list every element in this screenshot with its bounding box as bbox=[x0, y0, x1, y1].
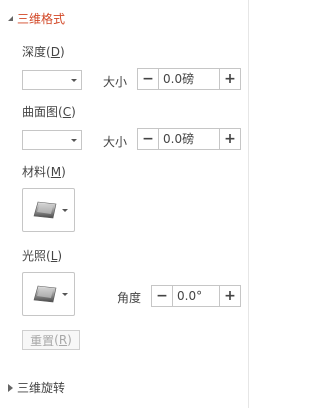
angle-label: 角度 bbox=[117, 291, 142, 305]
contour-size-label: 大小 bbox=[103, 135, 128, 149]
material-label-text: 材料 bbox=[22, 165, 47, 179]
minus-icon[interactable]: − bbox=[138, 69, 159, 89]
contour-size-spinner: − 0.0磅 + bbox=[137, 128, 241, 150]
triangle-right-icon bbox=[8, 383, 13, 392]
chevron-down-icon bbox=[71, 139, 77, 142]
angle-spinner: − 0.0° + bbox=[151, 285, 241, 307]
depth-size-input[interactable]: 0.0磅 bbox=[159, 69, 219, 89]
minus-icon[interactable]: − bbox=[152, 286, 173, 306]
plus-icon[interactable]: + bbox=[219, 129, 240, 149]
reset-access-key: R bbox=[58, 333, 68, 347]
contour-size-input[interactable]: 0.0磅 bbox=[159, 129, 219, 149]
triangle-down-icon bbox=[8, 16, 13, 21]
lighting-access-key: L bbox=[50, 249, 58, 263]
bevel-shape-icon bbox=[33, 285, 57, 303]
contour-access-key: C bbox=[62, 105, 72, 119]
plus-icon[interactable]: + bbox=[219, 69, 240, 89]
lighting-label-text: 光照 bbox=[22, 249, 47, 263]
contour-label-text: 曲面图 bbox=[22, 105, 59, 119]
panel-divider bbox=[248, 0, 249, 408]
minus-icon[interactable]: − bbox=[138, 129, 159, 149]
lighting-label: 光照(L) bbox=[22, 249, 63, 263]
contour-color-dropdown[interactable] bbox=[22, 130, 82, 150]
depth-label: 深度(D) bbox=[22, 45, 65, 59]
reset-button[interactable]: 重置(R) bbox=[22, 330, 80, 350]
reset-label: 重置 bbox=[30, 333, 55, 348]
depth-size-spinner: − 0.0磅 + bbox=[137, 68, 241, 90]
lighting-gallery-button[interactable] bbox=[22, 272, 75, 316]
depth-color-dropdown[interactable] bbox=[22, 70, 82, 90]
material-access-key: M bbox=[50, 165, 62, 179]
section-3d-format-title: 三维格式 bbox=[17, 12, 66, 26]
bevel-shape-icon bbox=[33, 201, 57, 219]
plus-icon[interactable]: + bbox=[219, 286, 240, 306]
depth-access-key: D bbox=[50, 45, 60, 59]
material-gallery-button[interactable] bbox=[22, 188, 75, 232]
section-3d-rotation-title: 三维旋转 bbox=[17, 381, 66, 395]
format-3d-panel: 三维格式 深度(D) 大小 − 0.0磅 + 曲面图(C) 大小 − 0.0磅 … bbox=[0, 0, 254, 408]
chevron-down-icon bbox=[62, 209, 68, 212]
depth-size-label: 大小 bbox=[103, 75, 128, 89]
contour-label: 曲面图(C) bbox=[22, 105, 76, 119]
material-label: 材料(M) bbox=[22, 165, 66, 179]
section-3d-format-header[interactable]: 三维格式 bbox=[8, 10, 65, 27]
angle-input[interactable]: 0.0° bbox=[173, 286, 219, 306]
depth-label-text: 深度 bbox=[22, 45, 47, 59]
section-3d-rotation-header[interactable]: 三维旋转 bbox=[8, 379, 65, 396]
chevron-down-icon bbox=[71, 79, 77, 82]
chevron-down-icon bbox=[62, 293, 68, 296]
